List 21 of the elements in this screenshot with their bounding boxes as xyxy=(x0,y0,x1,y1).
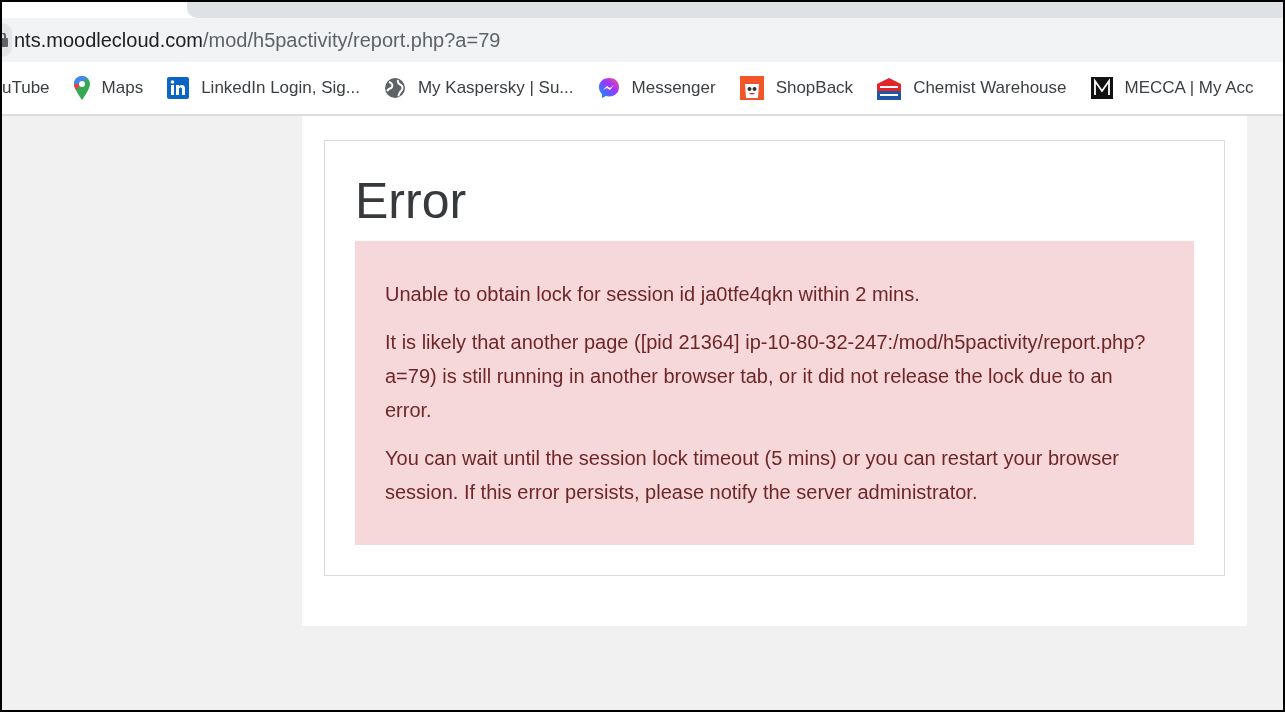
bookmark-link[interactable]: My Kaspersky | Su... xyxy=(371,75,586,101)
map-pin-icon xyxy=(73,76,90,100)
error-message: It is likely that another page ([pid 21364] ip-10-80-32-247:/mod/h5pactivity/report.php?a=79) is still running in another browser tab, or it did not release the lock due to an error. xyxy=(385,330,1147,423)
bookmark-link[interactable]: Messenger xyxy=(585,75,728,101)
chat-bubble-icon xyxy=(597,77,620,99)
bookmark-link[interactable]: MECCA | My Acc xyxy=(1078,75,1266,101)
in-logo-icon xyxy=(167,77,190,99)
bookmark-link[interactable]: Maps xyxy=(61,75,156,101)
globe-icon xyxy=(383,77,406,99)
bookmark-link[interactable]: LinkedIn Login, Sig... xyxy=(155,75,372,101)
error-heading: Error xyxy=(355,172,468,231)
error-message: Unable to obtain lock for session id ja0tfe4qkn within 2 mins. xyxy=(385,282,921,307)
url-text[interactable]: nts.moodlecloud.com/mod/h5pactivity/report.php?a=79 xyxy=(14,25,501,55)
letter-m-icon xyxy=(1090,77,1113,99)
lock-icon[interactable] xyxy=(2,33,8,47)
bookmark-link[interactable]: uTube xyxy=(2,75,62,101)
bookmark-link[interactable]: Chemist Warehouse xyxy=(865,75,1079,101)
shopping-bag-icon xyxy=(739,76,764,100)
bookmark-link[interactable]: ShopBack xyxy=(727,75,866,101)
store-icon xyxy=(877,76,902,100)
error-message: You can wait until the session lock timeout (5 mins) or you can restart your browser session. If this error persists, please notify the server administrator. xyxy=(385,446,1121,505)
